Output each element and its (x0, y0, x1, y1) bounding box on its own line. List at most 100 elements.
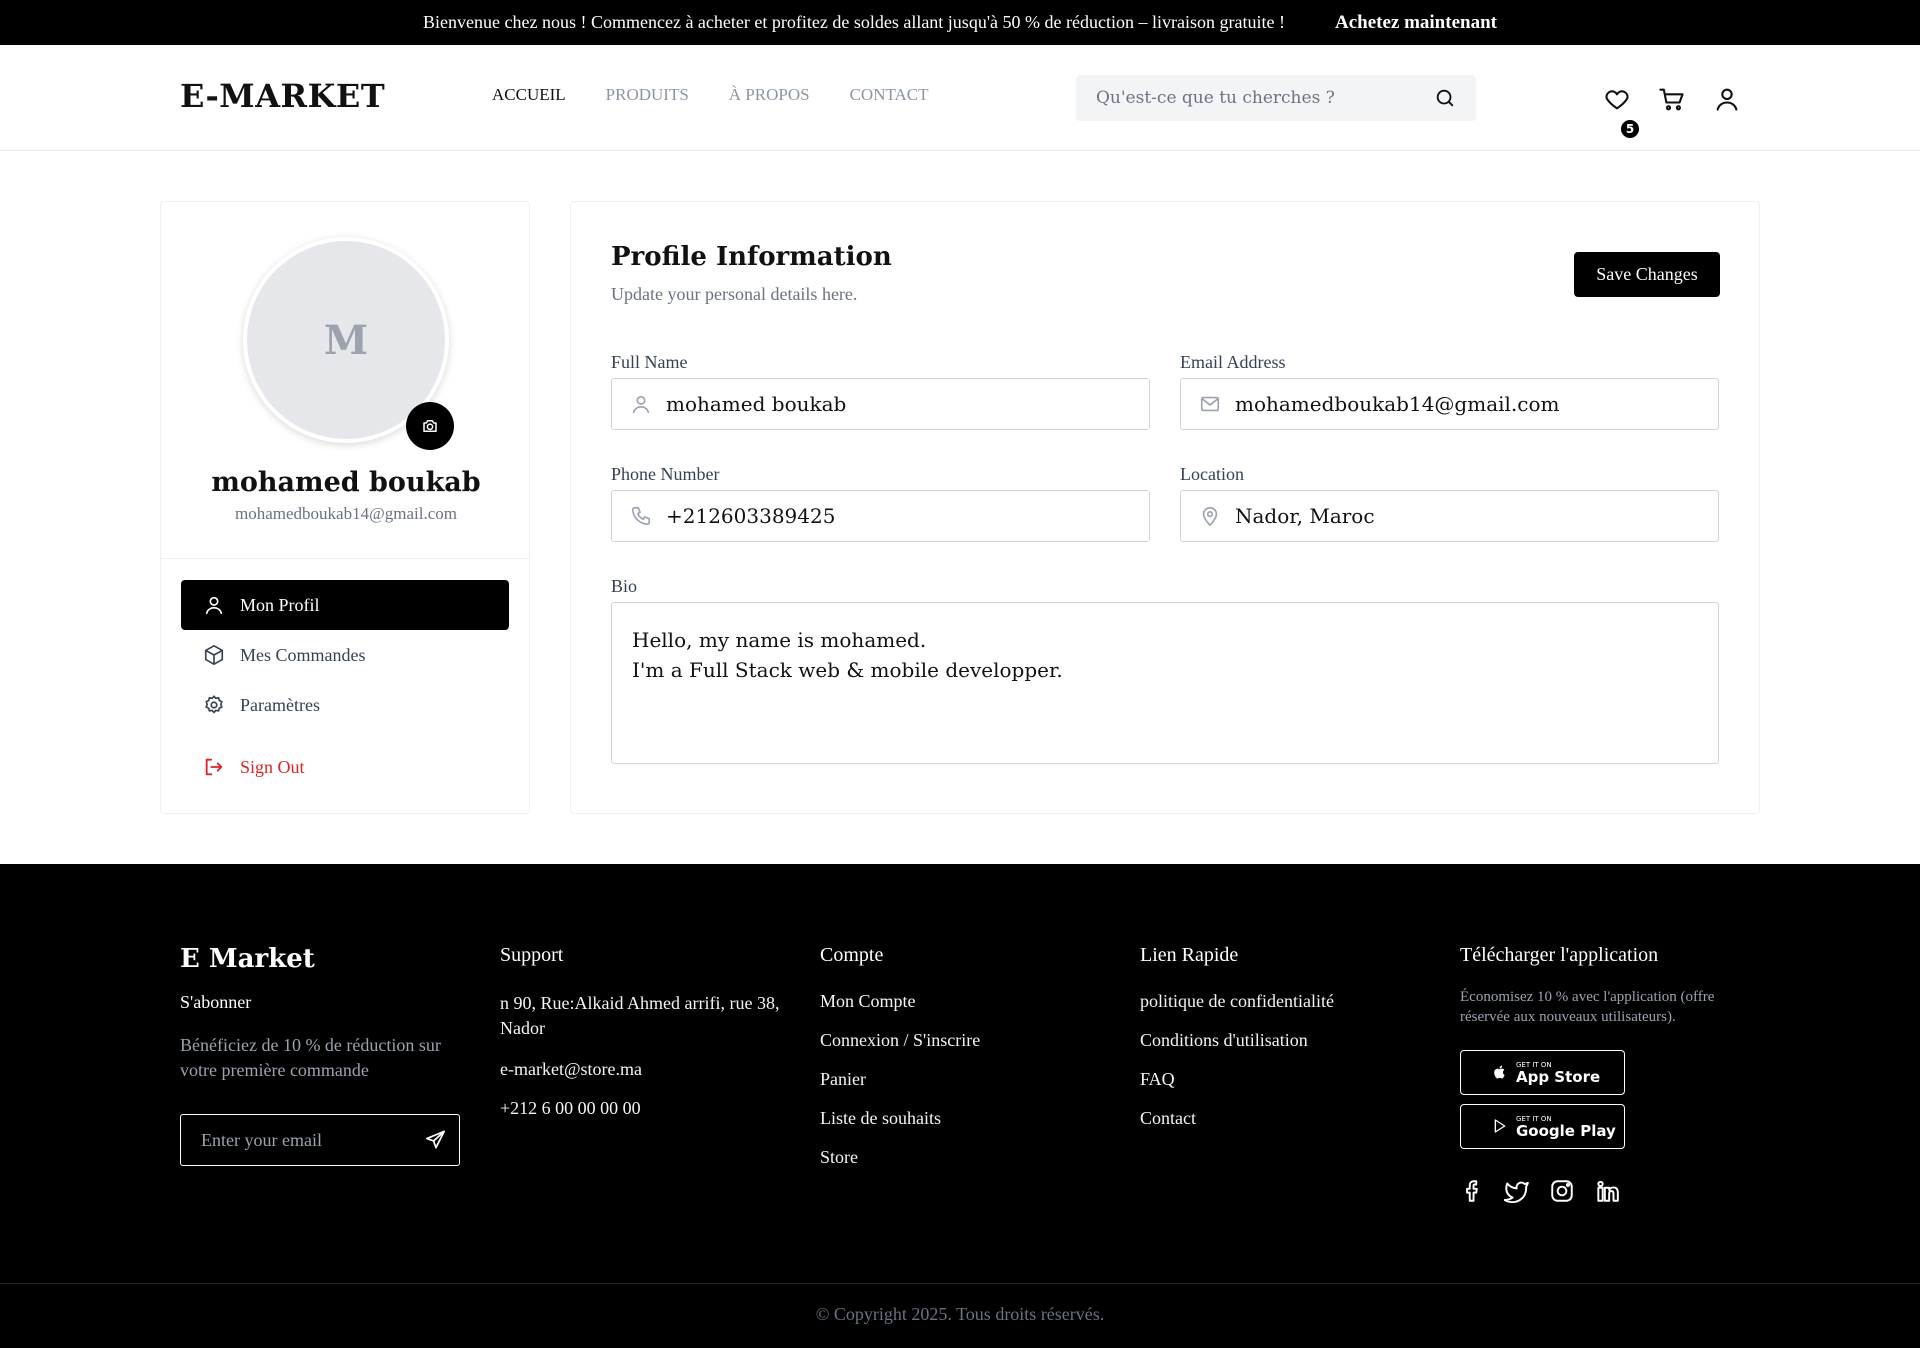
footer-heading: Télécharger l'application (1460, 944, 1659, 966)
footer-brand: E Market (180, 944, 315, 974)
user-icon (205, 596, 223, 615)
nav-home[interactable]: ACCUEIL (492, 85, 566, 105)
app-promo-text: Économisez 10 % avec l'application (offr… (1460, 989, 1715, 1025)
bio-line: I'm a Full Stack web & mobile developper… (632, 658, 1063, 682)
promo-text: Bienvenue chez nous ! Commencez à achete… (423, 12, 1285, 32)
copyright: © Copyright 2025. Tous droits réservés. (815, 1304, 1105, 1324)
nav-contact[interactable]: CONTACT (850, 85, 929, 105)
menu-item-settings[interactable]: Paramètres (181, 680, 509, 730)
mail-icon (1200, 396, 1220, 412)
location-field (1180, 490, 1719, 542)
nav-products[interactable]: PRODUITS (606, 85, 689, 105)
heart-icon[interactable] (1603, 85, 1631, 113)
main-content: M mohamed boukab mohamedboukab14@gmail.c… (0, 151, 1920, 864)
phone-label: Phone Number (611, 464, 720, 484)
menu-item-orders[interactable]: Mes Commandes (181, 630, 509, 680)
phone-field (611, 490, 1150, 542)
footer-heading: Lien Rapide (1140, 944, 1239, 966)
change-photo-button[interactable] (406, 402, 454, 450)
apple-icon (1494, 1065, 1505, 1079)
email-label: Email Address (1180, 352, 1286, 372)
footer-link[interactable]: Connexion / S'inscrire (820, 1030, 980, 1051)
menu-item-label: Mon Profil (240, 594, 320, 615)
footer-app-column: Télécharger l'application Économisez 10 … (1460, 944, 1760, 1027)
camera-icon (423, 420, 437, 432)
footer-link[interactable]: politique de confidentialité (1140, 991, 1334, 1012)
profile-name: mohamed boukab (211, 467, 481, 498)
footer-brand-column: E Market S'abonner Bénéficiez de 10 % de… (180, 944, 470, 1083)
save-button[interactable]: Save Changes (1574, 252, 1720, 297)
subscribe-text: Bénéficiez de 10 % de réduction sur votr… (180, 1035, 441, 1080)
app-store-label: App Store (1516, 1067, 1601, 1086)
section-subtitle: Update your personal details here. (611, 284, 858, 304)
bio-textarea[interactable]: Hello, my name is mohamed. I'm a Full St… (611, 602, 1719, 764)
instagram-icon[interactable] (1549, 1178, 1575, 1204)
phone-input[interactable] (666, 504, 1149, 528)
location-input[interactable] (1235, 504, 1718, 528)
footer-link[interactable]: FAQ (1140, 1069, 1334, 1090)
cart-icon[interactable] (1658, 85, 1686, 113)
support-address: n 90, Rue:Alkaid Ahmed arrifi, rue 38, N… (500, 993, 780, 1038)
google-play-button[interactable]: GET IT ON Google Play (1460, 1104, 1625, 1149)
logout-icon (205, 758, 223, 776)
send-icon[interactable] (424, 1128, 447, 1152)
site-logo[interactable]: E-MARKET (180, 77, 385, 115)
section-title: Profile Information (611, 242, 892, 272)
profile-sidebar: M mohamed boukab mohamedboukab14@gmail.c… (160, 201, 530, 814)
footer-account-column: Compte Mon Compte Connexion / S'inscrire… (820, 944, 980, 1168)
phone-icon (631, 506, 651, 526)
search-input[interactable] (1096, 88, 1434, 108)
sign-out-label: Sign Out (240, 756, 305, 777)
full-name-field (611, 378, 1150, 430)
footer-heading: Compte (820, 944, 884, 966)
avatar-initial: M (323, 316, 369, 364)
bio-label: Bio (611, 576, 638, 596)
subscribe-email-input[interactable] (201, 1129, 424, 1151)
nav-about[interactable]: À PROPOS (729, 85, 810, 105)
bio-line: Hello, my name is mohamed. (632, 628, 927, 652)
full-name-input[interactable] (666, 392, 1149, 416)
profile-email: mohamedboukab14@gmail.com (235, 504, 457, 523)
main-nav: ACCUEIL PRODUITS À PROPOS CONTACT (492, 85, 929, 105)
subscribe-email-field (180, 1114, 460, 1166)
footer-link[interactable]: Contact (1140, 1108, 1334, 1129)
footer-link[interactable]: Panier (820, 1069, 980, 1090)
support-phone[interactable]: +212 6 00 00 00 00 (500, 1098, 780, 1119)
support-email[interactable]: e-market@store.ma (500, 1059, 780, 1080)
email-field (1180, 378, 1719, 430)
sign-out-button[interactable]: Sign Out (181, 742, 509, 792)
search-bar (1076, 75, 1476, 121)
profile-form-card: Profile Information Update your personal… (570, 201, 1760, 814)
promo-bar: Bienvenue chez nous ! Commencez à achete… (0, 0, 1920, 45)
package-icon (204, 645, 224, 665)
app-store-button[interactable]: GET IT ON App Store (1460, 1050, 1625, 1095)
twitter-icon[interactable] (1504, 1178, 1530, 1204)
map-pin-icon (1202, 506, 1218, 526)
footer-quick-links-column: Lien Rapide politique de confidentialité… (1140, 944, 1334, 1129)
wishlist-count-badge: 5 (1620, 119, 1640, 139)
linkedin-icon[interactable] (1594, 1178, 1620, 1204)
header: E-MARKET ACCUEIL PRODUITS À PROPOS CONTA… (0, 45, 1920, 151)
menu-item-label: Paramètres (240, 694, 320, 715)
email-input[interactable] (1235, 392, 1718, 416)
divider (161, 558, 529, 559)
footer-support-column: Support n 90, Rue:Alkaid Ahmed arrifi, r… (500, 944, 780, 1119)
menu-item-profile[interactable]: Mon Profil (181, 580, 509, 630)
subscribe-heading: S'abonner (180, 992, 252, 1012)
menu-item-label: Mes Commandes (240, 644, 366, 665)
facebook-icon[interactable] (1460, 1178, 1486, 1204)
play-store-icon (1494, 1119, 1506, 1133)
footer-link[interactable]: Conditions d'utilisation (1140, 1030, 1334, 1051)
footer-link[interactable]: Store (820, 1147, 980, 1168)
footer-heading: Support (500, 944, 564, 966)
footer-link[interactable]: Liste de souhaits (820, 1108, 980, 1129)
user-icon (632, 395, 650, 414)
search-icon[interactable] (1434, 87, 1456, 109)
footer: E Market S'abonner Bénéficiez de 10 % de… (0, 864, 1920, 1348)
footer-link[interactable]: Mon Compte (820, 991, 980, 1012)
full-name-label: Full Name (611, 352, 688, 372)
user-icon[interactable] (1713, 85, 1741, 113)
location-label: Location (1180, 464, 1244, 484)
promo-cta-link[interactable]: Achetez maintenant (1335, 12, 1497, 34)
gear-icon (205, 695, 223, 714)
